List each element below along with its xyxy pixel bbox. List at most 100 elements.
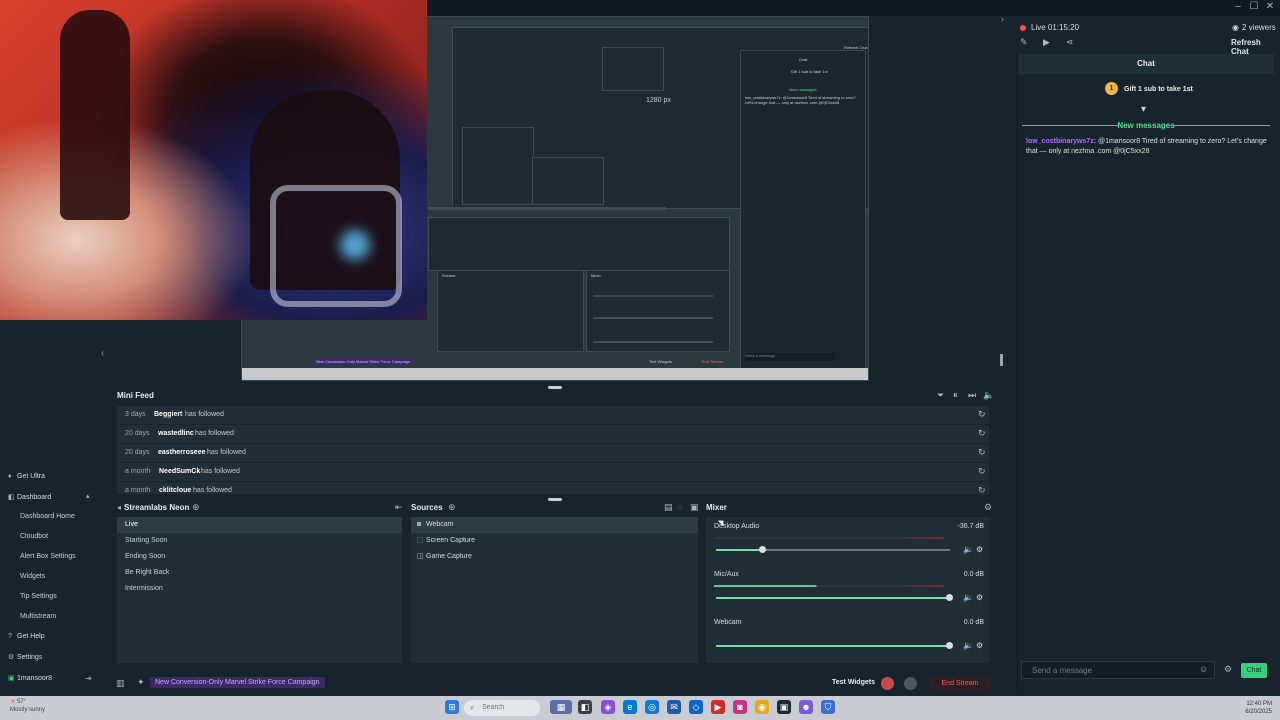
scene-collection-title[interactable]: Streamlabs Neon xyxy=(124,503,189,512)
feed-username[interactable]: eastherroseee xyxy=(158,449,205,456)
scene-item[interactable]: Starting Soon xyxy=(117,533,402,549)
volume-icon[interactable]: 🔈 xyxy=(983,390,994,401)
replay-icon[interactable]: ↻ xyxy=(978,466,986,477)
sidebar-user[interactable]: ▣ 1mansoor8 xyxy=(8,674,52,682)
source-item-game-capture[interactable]: ◫ Game Capture xyxy=(411,549,698,565)
replay-icon[interactable]: ↻ xyxy=(978,428,986,439)
folder-add-icon[interactable]: ▣ xyxy=(690,502,699,513)
source-item-webcam[interactable]: ◙ Webcam xyxy=(411,517,698,533)
sidebar-item-label: Get Ultra xyxy=(17,473,46,480)
edge-icon[interactable]: e xyxy=(623,700,637,714)
chrome-icon[interactable]: ◉ xyxy=(755,700,769,714)
eye-icon[interactable]: ◌ xyxy=(677,502,682,512)
chevron-up-icon[interactable]: ▴ xyxy=(86,492,90,500)
browser-icon[interactable]: ◎ xyxy=(645,700,659,714)
preview-nested-panel xyxy=(532,157,604,205)
end-stream-button[interactable]: End Stream xyxy=(929,676,991,691)
collapse-arrow-icon[interactable]: ◂ xyxy=(117,503,121,512)
feed-username[interactable]: cklitcloue xyxy=(159,487,191,494)
feed-username[interactable]: Beggiert xyxy=(154,411,182,418)
shield-icon[interactable]: ⛉ xyxy=(821,700,835,714)
taskbar-clock[interactable]: 12:40 PM 6/20/2025 xyxy=(1232,700,1272,716)
sidebar-item-multistream[interactable]: Multistream xyxy=(20,613,56,620)
sidebar-item-get-help[interactable]: ? Get Help xyxy=(8,633,45,640)
widgets-icon[interactable]: ▦ xyxy=(550,700,572,714)
video-icon[interactable]: ▶ xyxy=(1043,37,1050,48)
sidebar-item-tip-settings[interactable]: Tip Settings xyxy=(20,593,57,600)
logout-icon[interactable]: ⇥ xyxy=(85,674,92,683)
broadcast-icon[interactable]: ✦ xyxy=(137,677,145,688)
sidebar-item-settings[interactable]: ⚙ Settings xyxy=(8,653,42,661)
chat-send-button[interactable]: Chat xyxy=(1241,663,1267,678)
scene-item[interactable]: Be Right Back xyxy=(117,565,402,581)
replay-icon[interactable]: ↻ xyxy=(978,409,986,420)
weather-widget[interactable]: ☀ 57° Mostly sunny xyxy=(10,698,45,714)
volume-slider-knob[interactable] xyxy=(759,546,766,553)
gear-icon[interactable]: ⚙ xyxy=(976,545,983,554)
speaker-icon[interactable]: 🔈 xyxy=(963,593,973,602)
add-scene-icon[interactable]: ⊕ xyxy=(192,502,200,513)
scene-item[interactable]: Live xyxy=(117,517,402,533)
scene-item[interactable]: Intermission xyxy=(117,581,402,597)
speaker-icon[interactable]: 🔈 xyxy=(963,641,973,650)
scene-item[interactable]: Ending Soon xyxy=(117,549,402,565)
drag-handle[interactable] xyxy=(548,386,562,389)
streamlabs-icon[interactable]: ▣ xyxy=(777,700,791,714)
feed-username[interactable]: NeedSumCk xyxy=(159,468,200,475)
resize-handle[interactable] xyxy=(1000,354,1003,366)
stats-icon[interactable]: ▥ xyxy=(116,678,125,689)
sidebar-item-get-ultra[interactable]: ♦ Get Ultra xyxy=(8,473,45,480)
copilot-icon[interactable]: ◈ xyxy=(601,700,615,714)
replay-icon[interactable]: ↻ xyxy=(978,485,986,494)
share-icon[interactable]: ⋖ xyxy=(1066,37,1074,48)
sidebar-item-alert-box[interactable]: Alert Box Settings xyxy=(20,553,76,560)
record-icon[interactable] xyxy=(881,677,894,690)
sidebar-item-cloudbot[interactable]: Cloudbot xyxy=(20,533,48,540)
source-item-screen-capture[interactable]: ⬚ Screen Capture xyxy=(411,533,698,549)
replay-buffer-icon[interactable] xyxy=(904,677,917,690)
speaker-icon[interactable]: 🔈 xyxy=(963,545,973,554)
test-widgets-label[interactable]: Test Widgets xyxy=(832,679,875,686)
campaign-badge[interactable]: New Conversion-Only Marvel Strike Force … xyxy=(150,677,325,688)
gear-icon[interactable]: ⚙ xyxy=(976,641,983,650)
add-source-icon[interactable]: ⊕ xyxy=(448,502,456,513)
mail-icon[interactable]: ✉ xyxy=(667,700,681,714)
replay-icon[interactable]: ↻ xyxy=(978,447,986,458)
edit-icon[interactable]: ✎ xyxy=(1020,37,1028,48)
folder-icon[interactable]: ▤ xyxy=(664,502,673,513)
gift-sub-text[interactable]: Gift 1 sub to take 1st xyxy=(1124,86,1193,93)
skip-icon[interactable]: ⏭ xyxy=(968,390,976,401)
volume-slider-knob[interactable] xyxy=(946,594,953,601)
store-icon[interactable]: ◇ xyxy=(689,700,703,714)
youtube-icon[interactable]: ▶ xyxy=(711,700,725,714)
discord-icon[interactable]: ☻ xyxy=(799,700,813,714)
preview-campaign-badge: New Conversion-Only Marvel Strike Force … xyxy=(314,358,413,365)
chevron-down-icon[interactable]: ▾ xyxy=(1141,104,1146,115)
collapse-icon[interactable]: ⇤ xyxy=(395,502,403,513)
instagram-icon[interactable]: ◙ xyxy=(733,700,747,714)
sidebar-item-dashboard[interactable]: ◧ Dashboard xyxy=(8,493,51,501)
gear-icon[interactable]: ⚙ xyxy=(1224,664,1232,675)
gear-icon[interactable]: ⚙ xyxy=(976,593,983,602)
chevron-left-icon[interactable]: ‹ xyxy=(101,348,104,359)
emoji-icon[interactable]: ☺ xyxy=(1199,664,1208,674)
feed-username[interactable]: wastedlinc xyxy=(158,430,194,437)
chat-username[interactable]: low_costbinaryws7z: xyxy=(1026,138,1096,145)
close-button[interactable]: ✕ xyxy=(1261,1,1279,12)
volume-slider-track[interactable] xyxy=(716,594,953,601)
sidebar-item-widgets[interactable]: Widgets xyxy=(20,573,45,580)
gear-icon[interactable]: ⚙ xyxy=(984,502,992,513)
taskbar-search[interactable]: Search xyxy=(464,700,540,716)
filter-icon[interactable]: ⏷ xyxy=(937,390,944,401)
windows-start-icon[interactable]: ⊞ xyxy=(445,700,459,714)
task-view-icon[interactable]: ◧ xyxy=(578,700,592,714)
volume-slider-track[interactable] xyxy=(716,642,953,649)
chevron-right-icon[interactable]: › xyxy=(1001,14,1004,24)
sidebar-item-dashboard-home[interactable]: Dashboard Home xyxy=(20,513,75,520)
chat-input[interactable]: Send a message xyxy=(1021,661,1215,679)
preview-refresh-chat: Refresh Chat xyxy=(844,45,868,50)
drag-handle[interactable] xyxy=(548,498,562,501)
volume-slider-knob[interactable] xyxy=(946,642,953,649)
volume-slider-track[interactable] xyxy=(716,546,950,553)
pause-icon[interactable]: ⏸ xyxy=(953,390,958,401)
